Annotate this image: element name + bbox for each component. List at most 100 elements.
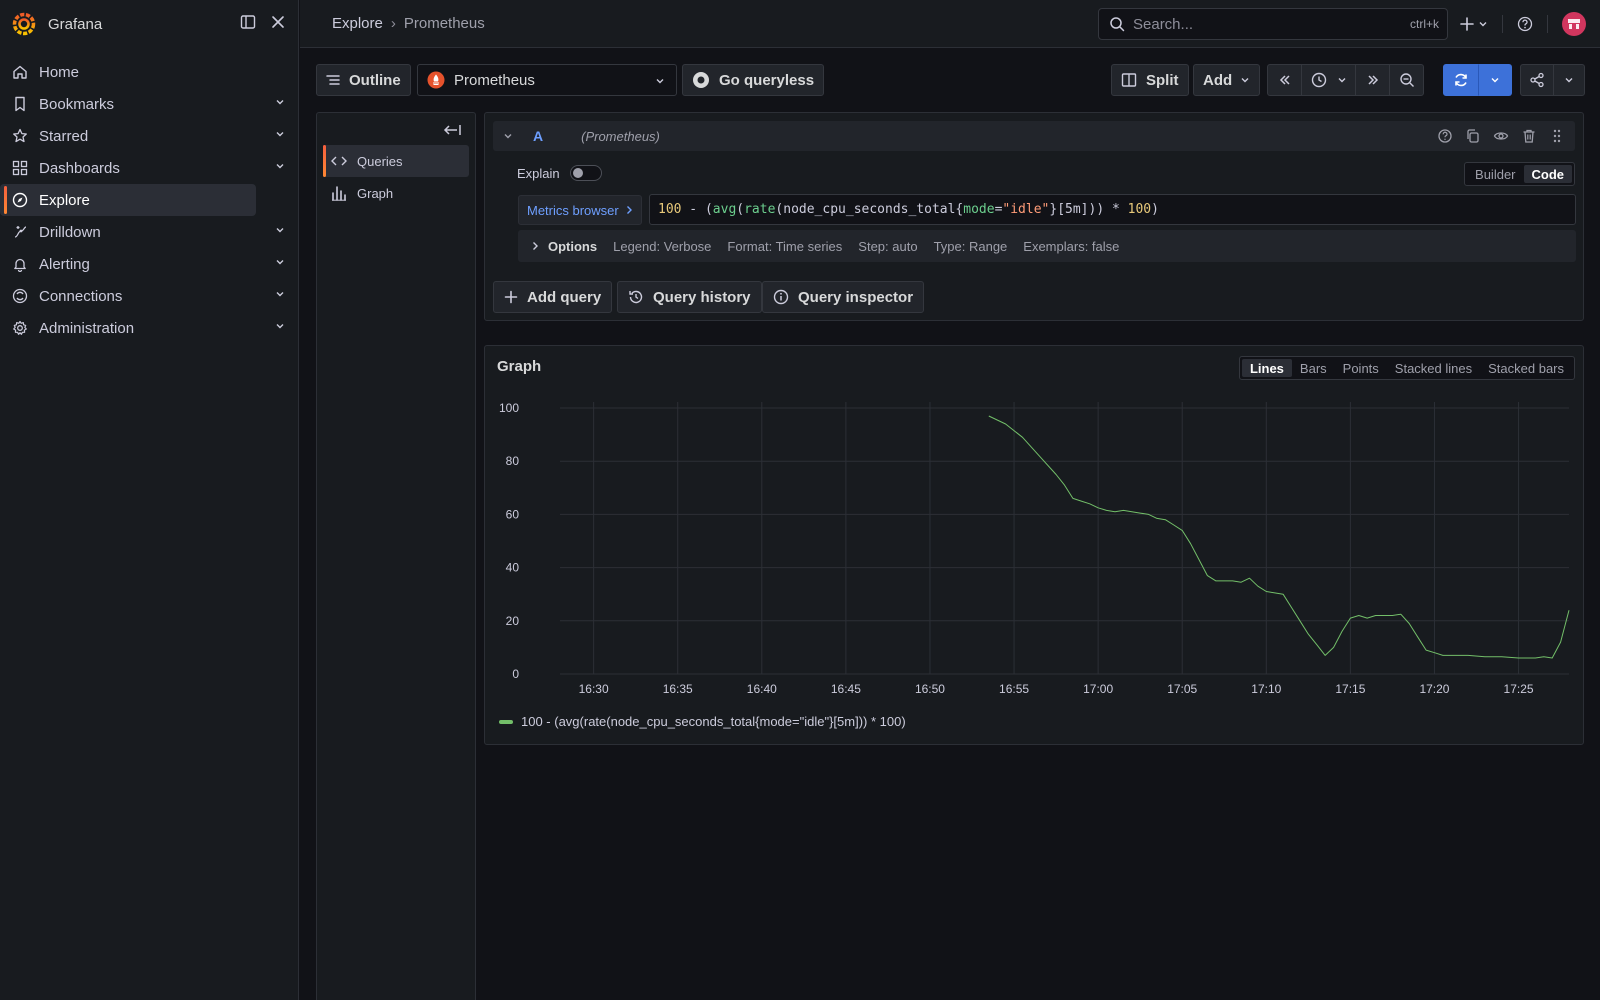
outline-button[interactable]: Outline (316, 64, 411, 96)
share-icon (1529, 72, 1545, 88)
sidebar-item-label: Alerting (39, 255, 90, 273)
search-shortcut: ctrl+k (1409, 17, 1439, 31)
help-icon[interactable] (1437, 128, 1453, 144)
x-tick-label: 17:20 (1419, 682, 1449, 696)
query-ref-id[interactable]: A (533, 128, 543, 144)
collapse-outline-icon[interactable] (443, 123, 461, 137)
chevron-down-icon[interactable] (275, 257, 285, 267)
go-queryless-button[interactable]: Go queryless (682, 64, 825, 96)
sidebar-item-alerting[interactable]: Alerting (0, 248, 299, 280)
chevron-down-icon[interactable] (275, 161, 285, 171)
new-plus-icon[interactable] (1460, 17, 1488, 31)
chevron-down-icon[interactable] (275, 321, 285, 331)
copy-icon[interactable] (1465, 128, 1481, 144)
search-icon (1109, 16, 1125, 32)
explain-toggle[interactable]: Explain (517, 165, 602, 181)
query-code-editor[interactable]: 100 - (avg(rate(node_cpu_seconds_total{m… (649, 194, 1576, 225)
add-button[interactable]: Add (1193, 64, 1261, 96)
metrics-browser-button[interactable]: Metrics browser (518, 195, 642, 225)
x-tick-label: 17:05 (1167, 682, 1197, 696)
add-query-button[interactable]: Add query (493, 281, 613, 313)
chevron-right-icon (625, 205, 633, 215)
outline-item-queries[interactable]: Queries (323, 145, 469, 177)
search-placeholder: Search... (1133, 15, 1194, 33)
chevron-down-icon[interactable] (503, 131, 513, 141)
chevron-down-icon (1337, 75, 1347, 85)
visualization-type-toggle: Lines Bars Points Stacked lines Stacked bars (1238, 356, 1575, 380)
time-forward-button[interactable] (1355, 64, 1390, 96)
share-button[interactable] (1520, 64, 1554, 96)
angle-double-right-icon (1366, 73, 1380, 87)
query-inspector-button[interactable]: Query inspector (762, 281, 925, 313)
breadcrumb-chevron-icon: › (390, 15, 396, 32)
vis-option-points[interactable]: Points (1335, 359, 1387, 377)
chevron-right-icon (530, 241, 540, 251)
graph-title: Graph (497, 358, 542, 375)
sync-icon (1453, 72, 1469, 88)
chevron-down-icon (654, 75, 666, 87)
zoom-out-button[interactable] (1389, 64, 1424, 96)
divider (1547, 15, 1548, 33)
vis-option-bars[interactable]: Bars (1292, 359, 1335, 377)
columns-icon (1121, 72, 1137, 88)
sidebar-item-connections[interactable]: Connections (0, 280, 299, 312)
time-range-picker[interactable] (1301, 64, 1356, 96)
mode-code[interactable]: Code (1523, 165, 1572, 183)
sidebar-item-explore[interactable]: Explore (0, 184, 256, 216)
sidebar-item-dashboards[interactable]: Dashboards (0, 152, 299, 184)
vis-option-stacked-bars[interactable]: Stacked bars (1480, 359, 1572, 377)
search-input[interactable]: Search... ctrl+k (1098, 8, 1448, 40)
dock-menu-icon[interactable] (240, 14, 256, 30)
user-avatar[interactable] (1562, 12, 1586, 36)
split-button[interactable]: Split (1111, 64, 1189, 96)
add-query-label: Add query (527, 288, 602, 306)
divider (1502, 15, 1503, 33)
refresh-interval-picker[interactable] (1478, 64, 1512, 96)
trash-icon[interactable] (1521, 128, 1537, 144)
options-type: Type: Range (933, 238, 1008, 254)
outline-item-graph[interactable]: Graph (323, 177, 469, 209)
sidebar-item-bookmarks[interactable]: Bookmarks (0, 88, 299, 120)
share-options-button[interactable] (1553, 64, 1585, 96)
chevron-down-icon (1240, 75, 1250, 85)
time-series-chart[interactable]: 0 20 40 60 80 100 16:30 16:35 16:40 16:45 16:50 16:… (485, 386, 1585, 706)
go-queryless-label: Go queryless (719, 71, 815, 89)
legend-label[interactable]: 100 - (avg(rate(node_cpu_seconds_total{m… (521, 714, 906, 729)
query-row-header[interactable]: A (Prometheus) (493, 121, 1575, 151)
sidebar-item-home[interactable]: Home (0, 56, 299, 88)
sidebar-item-label: Administration (39, 319, 135, 337)
compass-icon (12, 192, 28, 208)
sidebar-item-administration[interactable]: Administration (0, 312, 299, 344)
time-back-button[interactable] (1267, 64, 1302, 96)
datasource-picker[interactable]: Prometheus (417, 64, 677, 96)
dashboards-icon (12, 160, 28, 176)
gear-icon (12, 320, 28, 336)
help-icon[interactable] (1517, 16, 1533, 32)
x-tick-label: 16:40 (747, 682, 777, 696)
list-icon (326, 73, 340, 87)
query-history-button[interactable]: Query history (617, 281, 762, 313)
sidebar-item-starred[interactable]: Starred (0, 120, 299, 152)
vis-option-lines[interactable]: Lines (1241, 359, 1292, 377)
eye-icon[interactable] (1493, 128, 1509, 144)
vis-option-stacked-lines[interactable]: Stacked lines (1387, 359, 1480, 377)
code-icon (331, 154, 347, 168)
run-query-button[interactable] (1443, 64, 1479, 96)
query-options-row[interactable]: Options Legend: Verbose Format: Time ser… (518, 230, 1576, 262)
explain-switch[interactable] (569, 165, 602, 181)
chevron-down-icon (1564, 75, 1574, 85)
sidebar-item-drilldown[interactable]: Drilldown (0, 216, 299, 248)
y-tick-label: 100 (499, 401, 519, 415)
chevron-down-icon[interactable] (275, 129, 285, 139)
chevron-down-icon[interactable] (275, 289, 285, 299)
chevron-down-icon[interactable] (275, 225, 285, 235)
breadcrumb-explore[interactable]: Explore (332, 15, 383, 32)
close-menu-icon[interactable] (270, 14, 286, 30)
query-history-label: Query history (653, 288, 751, 306)
drag-handle-icon[interactable] (1549, 128, 1565, 144)
chevron-down-icon[interactable] (275, 97, 285, 107)
breadcrumb-prometheus[interactable]: Prometheus (404, 15, 485, 32)
mode-builder[interactable]: Builder (1467, 165, 1523, 183)
series-line[interactable] (988, 415, 1570, 659)
brand[interactable]: Grafana (12, 12, 102, 36)
